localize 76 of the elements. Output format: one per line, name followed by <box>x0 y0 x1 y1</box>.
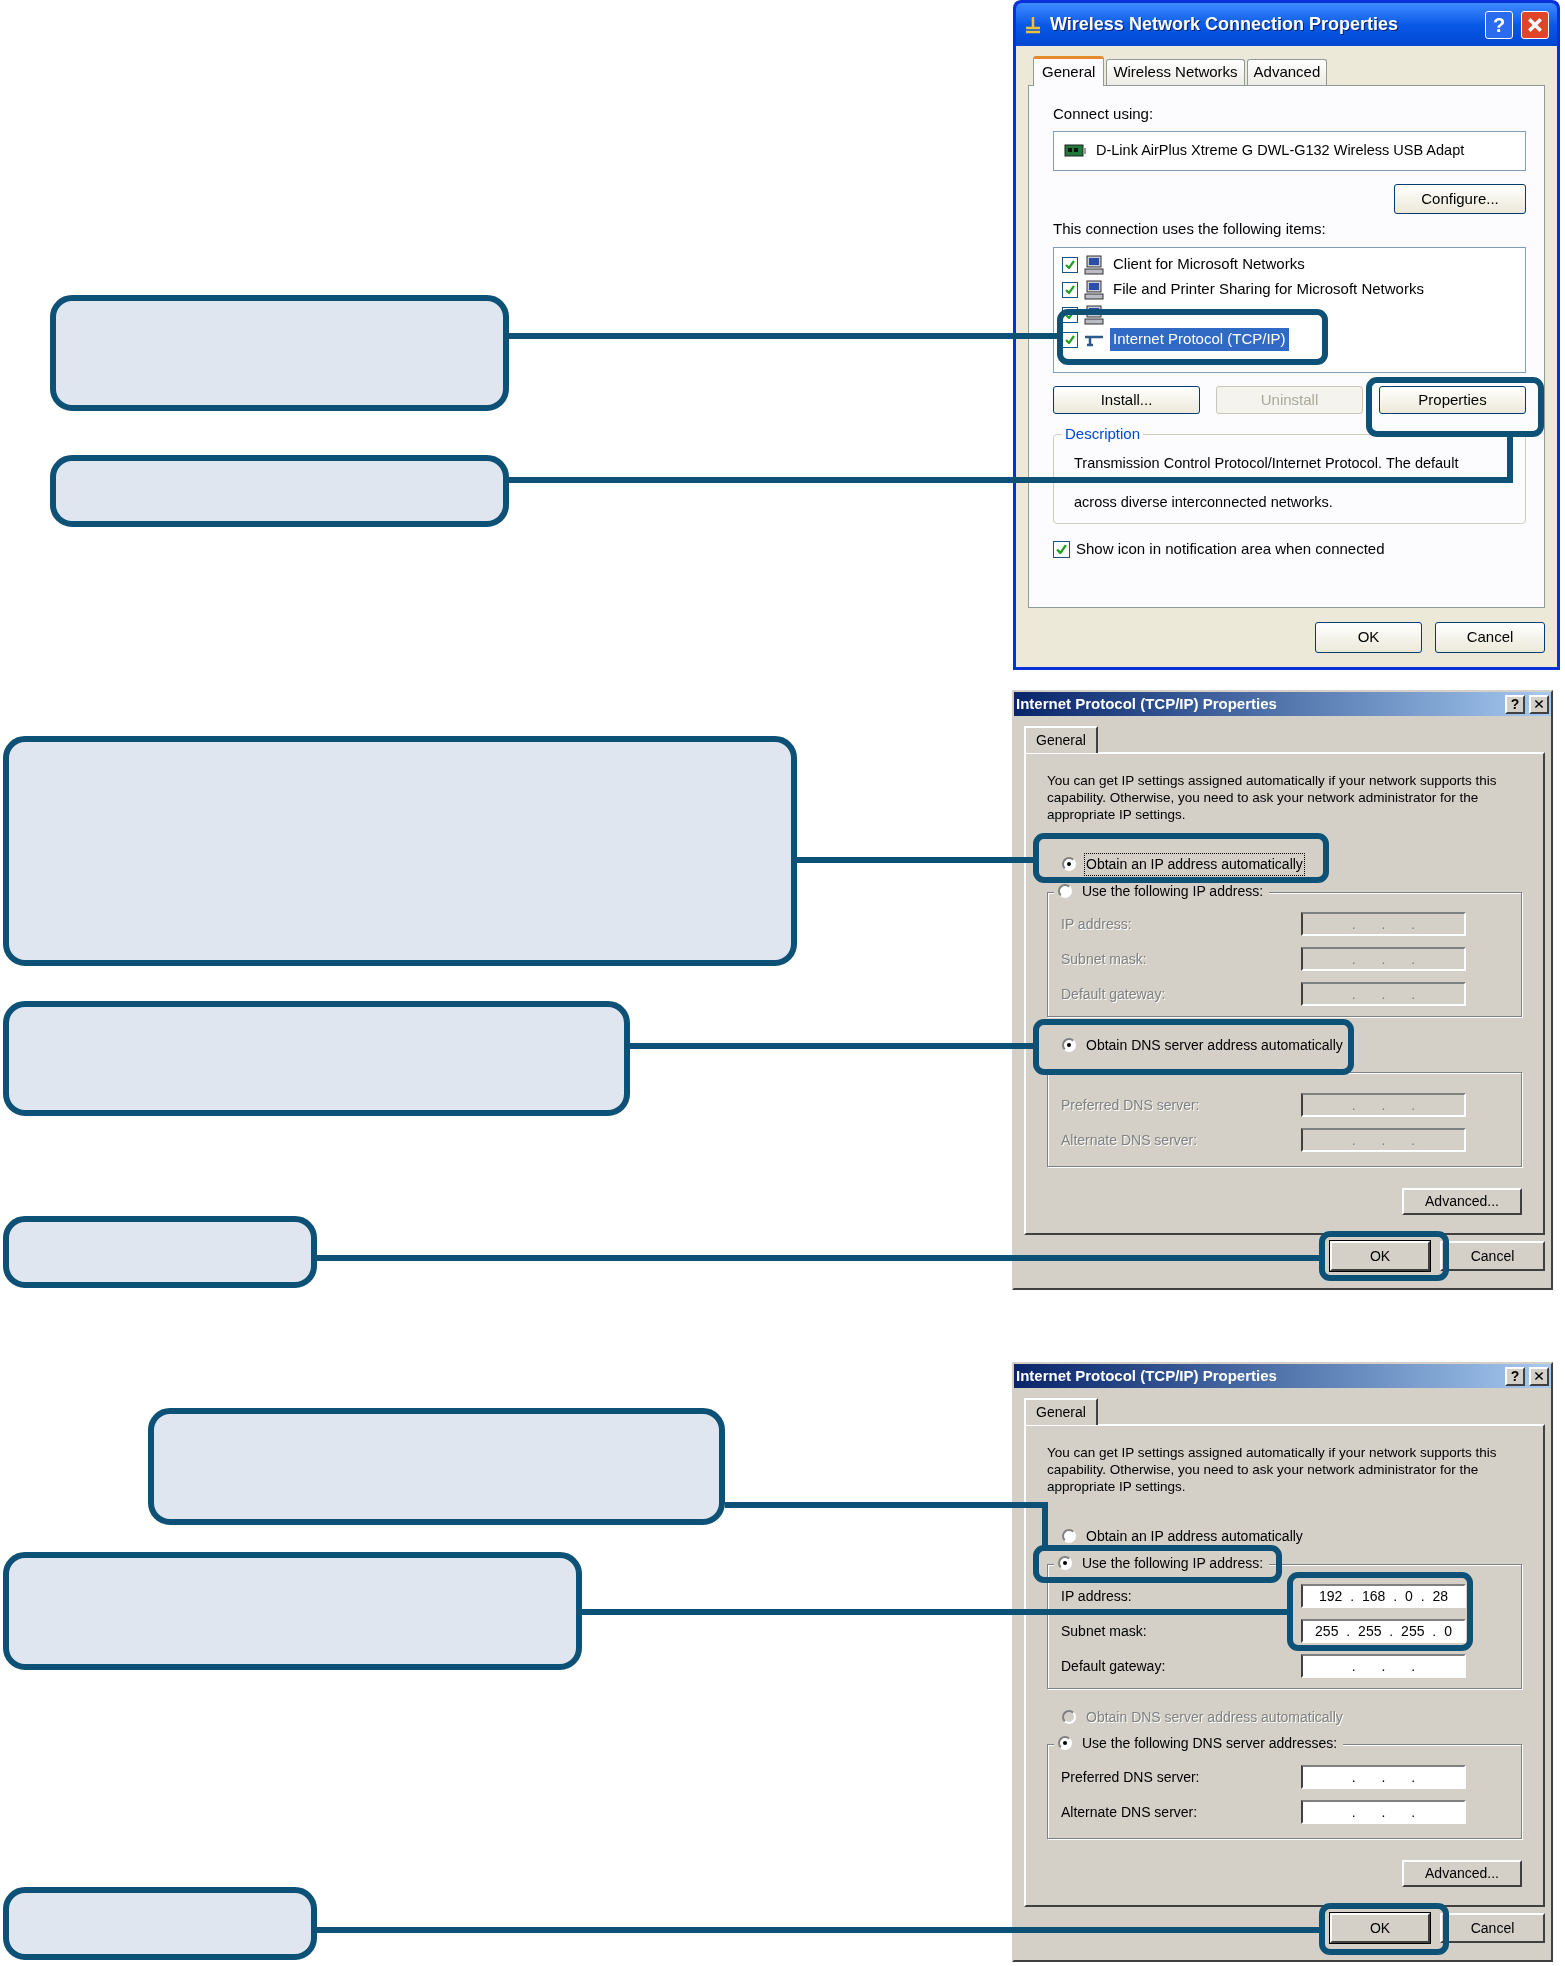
close-icon <box>1527 16 1543 33</box>
checkbox-label: Show icon in notification area when connected <box>1076 538 1385 559</box>
help-button[interactable]: ? <box>1485 10 1513 39</box>
tab[interactable]: Wireless Networks <box>1106 59 1245 85</box>
cancel-button[interactable]: Cancel <box>1440 1913 1545 1943</box>
radio-button[interactable] <box>1062 857 1076 871</box>
advanced-button[interactable]: Advanced... <box>1402 1188 1522 1215</box>
radio-button[interactable] <box>1058 1736 1072 1750</box>
radio-button[interactable] <box>1058 884 1072 898</box>
radio-label: Use the following IP address: <box>1081 881 1265 901</box>
radio-label: Use the following IP address: <box>1081 1553 1265 1573</box>
field-label: Subnet mask: <box>1061 949 1148 969</box>
ip-address-field[interactable]: . . . <box>1301 1800 1466 1824</box>
checkbox[interactable] <box>1062 256 1078 273</box>
tab[interactable]: General <box>1024 726 1098 753</box>
ok-button[interactable]: OK <box>1315 622 1422 653</box>
ip-address-field[interactable]: 192 . 168 . 0 . 28 <box>1301 1584 1466 1608</box>
radio-label: Obtain DNS server address automatically <box>1085 1707 1344 1727</box>
check-icon <box>1065 335 1075 344</box>
window-title: Internet Protocol (TCP/IP) Properties <box>1016 693 1278 714</box>
radio-label: Obtain an IP address automatically <box>1084 852 1305 876</box>
help-button[interactable]: ? <box>1505 1366 1525 1386</box>
description-text: Transmission Control Protocol/Internet Protocol. The default <box>1074 454 1460 473</box>
advanced-button[interactable]: Advanced... <box>1402 1860 1522 1887</box>
action-button[interactable]: Install... <box>1053 386 1200 414</box>
tab[interactable]: Advanced <box>1246 59 1328 85</box>
check-icon <box>1065 285 1075 294</box>
intro-text: You can get IP settings assigned automatically if your network supports this capability. Otherwise, you need to ask your network administrator for the appropriate IP settings. <box>1047 1444 1498 1496</box>
list-item[interactable]: Internet Protocol (TCP/IP) <box>1110 328 1289 351</box>
tab[interactable]: General <box>1033 56 1105 86</box>
field-label: Default gateway: <box>1061 984 1167 1004</box>
close-button[interactable] <box>1529 694 1549 714</box>
check-icon <box>1065 260 1075 269</box>
field-label: Preferred DNS server: <box>1061 1767 1201 1787</box>
computer-icon <box>1084 279 1104 300</box>
intro-text: You can get IP settings assigned automatically if your network supports this capability. Otherwise, you need to ask your network administrator for the appropriate IP settings. <box>1047 772 1498 824</box>
field-label: Preferred DNS server: <box>1061 1095 1201 1115</box>
network-icon <box>1024 15 1042 34</box>
computer-icon <box>1084 254 1104 275</box>
description-text: across diverse interconnected networks. <box>1074 493 1334 512</box>
cancel-button[interactable]: Cancel <box>1435 622 1545 653</box>
radio-label: Use the following DNS server addresses: <box>1081 1733 1339 1753</box>
ip-address-field[interactable]: 255 . 255 . 255 . 0 <box>1301 1619 1466 1643</box>
field-label: IP address: <box>1061 1586 1133 1606</box>
close-icon <box>1534 699 1544 709</box>
window-title: Internet Protocol (TCP/IP) Properties <box>1016 1365 1278 1386</box>
field-label: Alternate DNS server: <box>1061 1130 1199 1150</box>
connect-using-label: Connect using: <box>1053 104 1155 124</box>
radio-label: Obtain an IP address automatically <box>1085 1526 1304 1546</box>
radio-button[interactable] <box>1062 1038 1076 1052</box>
close-button[interactable] <box>1529 1366 1549 1386</box>
radio-button[interactable] <box>1062 1529 1076 1543</box>
ok-button[interactable]: OK <box>1330 1913 1430 1943</box>
field-label: Default gateway: <box>1061 1656 1167 1676</box>
adapter-name: D-Link AirPlus Xtreme G DWL-G132 Wireless USB Adapt <box>1096 141 1465 161</box>
window-title: Wireless Network Connection Properties <box>1050 13 1399 36</box>
tab[interactable]: General <box>1024 1398 1098 1425</box>
checkbox[interactable] <box>1062 281 1078 298</box>
radio-label: Obtain DNS server address automatically <box>1085 1035 1344 1055</box>
ip-address-field[interactable]: . . . <box>1301 1765 1466 1789</box>
items-label: This connection uses the following items: <box>1053 219 1327 239</box>
ok-button[interactable]: OK <box>1330 1241 1430 1271</box>
check-icon <box>1056 544 1067 554</box>
field-label: Subnet mask: <box>1061 1621 1148 1641</box>
field-label: Alternate DNS server: <box>1061 1802 1199 1822</box>
field-label: IP address: <box>1061 914 1133 934</box>
radio-button[interactable] <box>1058 1556 1072 1570</box>
help-button[interactable]: ? <box>1505 694 1525 714</box>
close-icon <box>1534 1371 1544 1381</box>
checkbox[interactable] <box>1053 540 1070 558</box>
network-card-icon <box>1064 143 1086 159</box>
configure-button[interactable]: Configure... <box>1394 184 1526 214</box>
cancel-button[interactable]: Cancel <box>1440 1241 1545 1271</box>
action-button[interactable]: Properties <box>1379 386 1526 414</box>
computer-icon <box>1084 304 1104 325</box>
ip-address-field[interactable]: . . . <box>1301 1654 1466 1678</box>
